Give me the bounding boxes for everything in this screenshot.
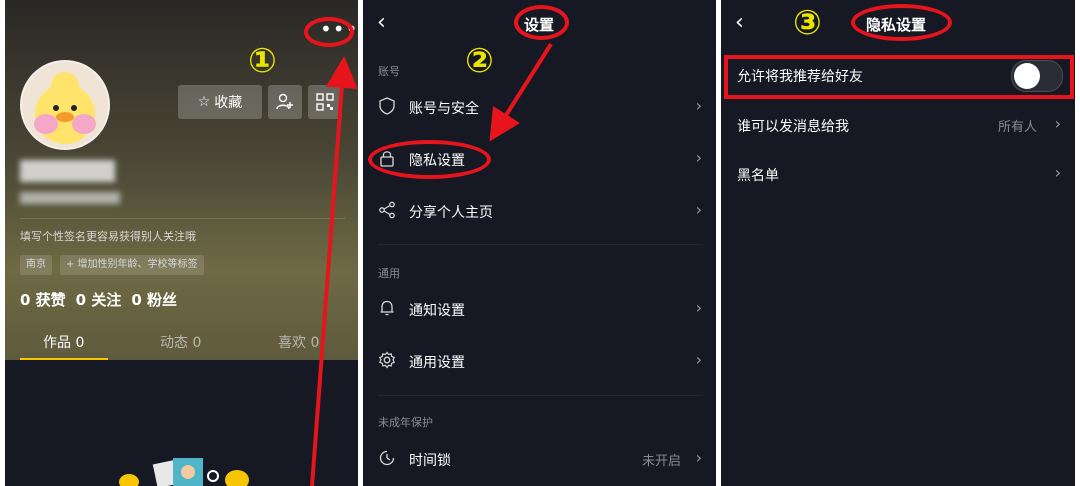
settings-item-label: 账号与安全	[409, 101, 479, 117]
highlight-ring-privacy-item	[368, 140, 491, 179]
settings-item-notifications[interactable]: 通知设置 ›	[363, 287, 716, 331]
qr-code-button[interactable]	[308, 85, 342, 119]
bell-icon	[380, 300, 394, 316]
tab-works[interactable]: 作品 0	[43, 332, 84, 352]
chevron-right-icon: ›	[1054, 114, 1061, 133]
empty-state-illustration	[119, 458, 249, 486]
star-icon: ☆	[197, 94, 211, 110]
chevron-right-icon: ›	[695, 298, 702, 317]
settings-item-label: 分享个人主页	[409, 205, 493, 221]
favorite-label: 收藏	[214, 95, 243, 111]
settings-item-label: 通用设置	[409, 355, 465, 371]
favorite-button[interactable]: ☆ 收藏	[178, 85, 262, 119]
message-permission-value: 所有人	[998, 120, 1038, 135]
section-label-general: 通用	[378, 267, 400, 280]
likes-count[interactable]: 0 获赞	[20, 289, 66, 310]
add-tag-button[interactable]: + 增加性别年龄、学校等标签	[60, 255, 204, 275]
highlight-box-recommend-row	[724, 55, 1074, 99]
chevron-right-icon: ›	[695, 448, 702, 467]
section-divider	[378, 395, 703, 396]
blurred-user-id	[20, 192, 120, 204]
avatar[interactable]	[20, 60, 110, 150]
settings-item-time-lock[interactable]: 时间锁 未开启 ›	[363, 437, 716, 481]
settings-item-share-profile[interactable]: 分享个人主页 ›	[363, 189, 716, 233]
section-divider	[378, 244, 703, 245]
highlight-ring-privacy-title	[851, 4, 952, 41]
share-icon	[379, 201, 395, 219]
settings-item-label: 时间锁	[409, 453, 451, 469]
chevron-right-icon: ›	[1054, 163, 1061, 182]
profile-stats: 0 获赞 0 关注 0 粉丝	[20, 289, 177, 310]
step-number-2: ②	[465, 41, 494, 81]
shield-icon	[379, 97, 395, 115]
add-friend-button[interactable]	[268, 85, 302, 119]
settings-item-general[interactable]: 通用设置 ›	[363, 339, 716, 383]
duck-avatar-image	[22, 62, 108, 148]
step-number-3: ③	[793, 3, 822, 43]
settings-screen: ‹ 设置 账号 账号与安全 › 隐私设置 › 分享个人主页 › 通用 通知设置	[363, 0, 716, 486]
divider	[20, 218, 345, 219]
section-label-minor-protection: 未成年保护	[378, 416, 433, 429]
chevron-right-icon: ›	[695, 350, 702, 369]
blurred-username	[20, 160, 115, 182]
back-arrow-icon[interactable]: ‹	[735, 10, 744, 35]
profile-screen: ••• ☆ 收藏 填写个性签名更容易获得别人关注哦 南京 + 增加性别年龄、学校…	[5, 0, 358, 486]
active-tab-indicator	[20, 358, 108, 360]
time-lock-status: 未开启	[642, 454, 682, 469]
step-number-1: ①	[248, 41, 277, 81]
highlight-ring-more-button	[304, 17, 354, 47]
settings-item-label: 通知设置	[409, 303, 465, 319]
highlight-ring-settings-title	[514, 5, 569, 40]
section-label-account: 账号	[378, 65, 400, 78]
add-person-icon	[276, 93, 293, 110]
profile-tabs: 作品 0 动态 0 喜欢 0	[5, 330, 358, 360]
signature-text[interactable]: 填写个性签名更容易获得别人关注哦	[20, 228, 196, 244]
clock-icon	[379, 450, 395, 466]
chevron-right-icon: ›	[695, 200, 702, 219]
tab-activity[interactable]: 动态 0	[160, 332, 201, 352]
settings-item-account-security[interactable]: 账号与安全 ›	[363, 85, 716, 129]
chevron-right-icon: ›	[695, 96, 702, 115]
followers-count[interactable]: 0 粉丝	[131, 289, 177, 310]
qr-code-icon	[316, 93, 334, 111]
privacy-item-label: 黑名单	[737, 168, 779, 184]
privacy-item-label: 谁可以发消息给我	[737, 119, 849, 135]
back-arrow-icon[interactable]: ‹	[377, 10, 386, 35]
following-count[interactable]: 0 关注	[76, 289, 122, 310]
privacy-item-blacklist[interactable]: 黑名单 ›	[721, 152, 1075, 196]
chevron-right-icon: ›	[695, 148, 702, 167]
tab-likes[interactable]: 喜欢 0	[278, 332, 319, 352]
privacy-item-who-can-message[interactable]: 谁可以发消息给我 所有人 ›	[721, 103, 1075, 147]
gear-icon	[378, 351, 396, 369]
location-tag: 南京	[20, 255, 52, 275]
